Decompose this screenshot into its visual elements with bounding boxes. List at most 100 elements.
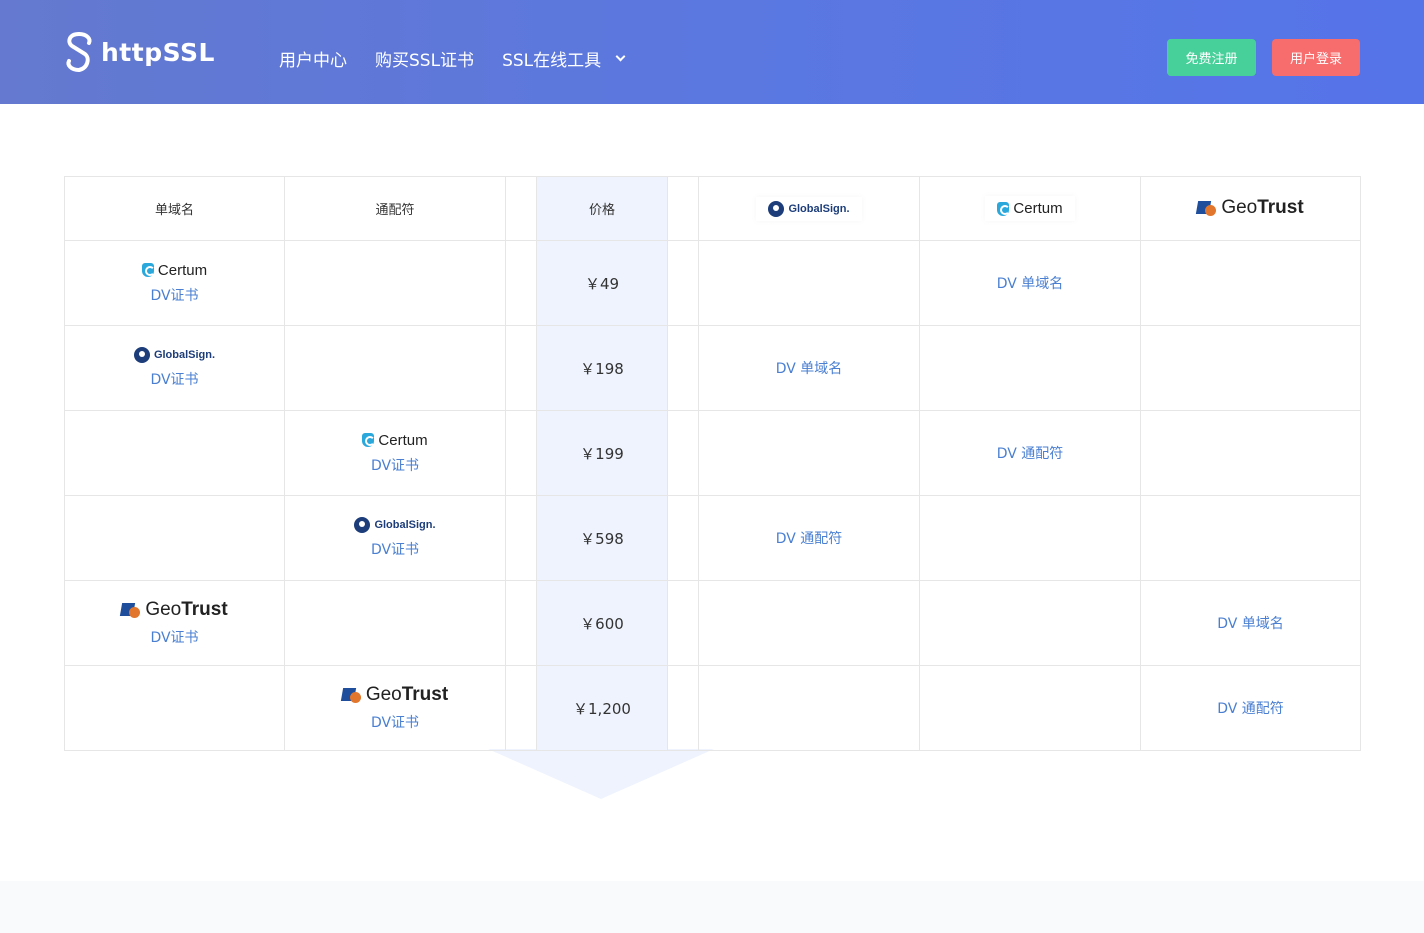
geotrust-cell: DV 单域名 xyxy=(1140,580,1361,666)
header-certum: Certum xyxy=(919,176,1141,241)
certum-cell xyxy=(919,495,1141,581)
wildcard-cell: GlobalSign. DV证书 xyxy=(284,495,506,581)
certum-logo: Certum xyxy=(141,262,207,279)
certum-cell xyxy=(919,580,1141,666)
single-domain-cell xyxy=(64,410,285,496)
certum-shield-icon xyxy=(141,263,155,277)
geotrust-product-link[interactable]: DV 单域名 xyxy=(1217,616,1284,632)
spacer-cell xyxy=(667,410,699,496)
nav-user-center[interactable]: 用户中心 xyxy=(279,46,347,71)
globalsign-product-link[interactable]: DV 通配符 xyxy=(776,531,843,547)
globalsign-logo: GlobalSign. xyxy=(354,517,436,533)
certum-cell: DV 通配符 xyxy=(919,410,1141,496)
certum-cell xyxy=(919,325,1141,411)
geotrust-logo: GeoTrust xyxy=(121,599,228,621)
globalsign-wordmark: GlobalSign. xyxy=(788,202,850,215)
globalsign-cell xyxy=(698,580,920,666)
geotrust-logo: GeoTrust xyxy=(1197,196,1304,219)
price-value: ￥199 xyxy=(580,444,624,463)
footer-section xyxy=(0,881,1424,933)
geotrust-cell xyxy=(1140,240,1361,326)
globalsign-cell xyxy=(698,240,920,326)
geotrust-icon xyxy=(1197,199,1217,217)
product-link[interactable]: DV证书 xyxy=(371,712,419,732)
table-row: GeoTrust DV证书 ￥1,200 DV 通配符 xyxy=(64,665,1361,751)
site-logo[interactable]: httpSSL xyxy=(63,32,215,72)
spacer-cell xyxy=(505,325,537,411)
header-globalsign: GlobalSign. xyxy=(698,176,920,241)
globalsign-cell: DV 通配符 xyxy=(698,495,920,581)
certum-shield-icon xyxy=(997,201,1011,216)
product-link[interactable]: DV证书 xyxy=(371,539,419,559)
nav-ssl-tools-label: SSL在线工具 xyxy=(502,51,602,71)
geotrust-product-link[interactable]: DV 通配符 xyxy=(1217,701,1284,717)
spacer-cell xyxy=(505,580,537,666)
certum-product-link[interactable]: DV 单域名 xyxy=(997,276,1064,292)
register-button[interactable]: 免费注册 xyxy=(1167,39,1256,76)
certum-logo: Certum xyxy=(362,432,428,449)
price-value: ￥598 xyxy=(580,529,624,548)
table-row: Certum DV证书 ￥199 DV 通配符 xyxy=(64,410,1361,496)
table-header-row: 单域名 通配符 价格 GlobalSign. Certum GeoTrust xyxy=(64,176,1361,241)
spacer-cell xyxy=(505,495,537,581)
spacer-cell xyxy=(667,240,699,326)
geotrust-cell xyxy=(1140,410,1361,496)
price-comparison-table: 单域名 通配符 价格 GlobalSign. Certum GeoTrust C… xyxy=(64,176,1361,799)
header-single-domain: 单域名 xyxy=(64,176,285,241)
price-cell: ￥1,200 xyxy=(536,665,668,751)
geotrust-wordmark: GeoTrust xyxy=(1221,196,1304,218)
spacer-cell xyxy=(667,580,699,666)
wildcard-cell: GeoTrust DV证书 xyxy=(284,665,506,751)
price-cell: ￥199 xyxy=(536,410,668,496)
product-link[interactable]: DV证书 xyxy=(150,627,198,647)
single-domain-cell: GeoTrust DV证书 xyxy=(64,580,285,666)
globalsign-logo: GlobalSign. xyxy=(133,347,215,363)
certum-shield-icon xyxy=(362,433,376,447)
price-value: ￥1,200 xyxy=(573,699,631,718)
spacer-cell xyxy=(667,665,699,751)
chevron-down-icon xyxy=(615,51,626,62)
geotrust-icon xyxy=(342,686,362,704)
globalsign-product-link[interactable]: DV 单域名 xyxy=(776,361,843,377)
certum-cell: DV 单域名 xyxy=(919,240,1141,326)
globalsign-icon xyxy=(354,517,371,533)
spacer-cell xyxy=(505,240,537,326)
spacer-cell xyxy=(505,665,537,751)
single-domain-cell: GlobalSign. DV证书 xyxy=(64,325,285,411)
geotrust-cell xyxy=(1140,495,1361,581)
main-nav: 用户中心 购买SSL证书 SSL在线工具 xyxy=(279,46,626,71)
geotrust-cell xyxy=(1140,325,1361,411)
product-link[interactable]: DV证书 xyxy=(150,369,198,389)
single-domain-cell: Certum DV证书 xyxy=(64,240,285,326)
header-wildcard: 通配符 xyxy=(284,176,506,241)
table-row: GlobalSign. DV证书 ￥198 DV 单域名 xyxy=(64,325,1361,411)
price-value: ￥198 xyxy=(580,359,624,378)
wildcard-cell xyxy=(284,325,506,411)
comparison-grid: 单域名 通配符 价格 GlobalSign. Certum GeoTrust C… xyxy=(64,176,1361,751)
price-value: ￥600 xyxy=(580,614,624,633)
single-domain-cell xyxy=(64,665,285,751)
spacer-cell xyxy=(505,410,537,496)
wildcard-cell: Certum DV证书 xyxy=(284,410,506,496)
price-cell: ￥600 xyxy=(536,580,668,666)
price-cell: ￥198 xyxy=(536,325,668,411)
header-spacer xyxy=(505,176,537,241)
product-link[interactable]: DV证书 xyxy=(371,455,419,475)
certum-product-link[interactable]: DV 通配符 xyxy=(997,446,1064,462)
price-value: ￥49 xyxy=(584,274,620,293)
logo-text: httpSSL xyxy=(101,37,215,67)
header-price: 价格 xyxy=(536,176,668,241)
table-row: GeoTrust DV证书 ￥600 DV 单域名 xyxy=(64,580,1361,666)
top-header: httpSSL 用户中心 购买SSL证书 SSL在线工具 免费注册 用户登录 xyxy=(0,0,1424,104)
globalsign-cell xyxy=(698,410,920,496)
price-column-arrow xyxy=(488,749,714,799)
nav-buy-ssl[interactable]: 购买SSL证书 xyxy=(375,46,474,71)
login-button[interactable]: 用户登录 xyxy=(1272,39,1360,76)
globalsign-cell: DV 单域名 xyxy=(698,325,920,411)
globalsign-cell xyxy=(698,665,920,751)
globalsign-logo: GlobalSign. xyxy=(768,200,850,217)
header-spacer xyxy=(667,176,699,241)
product-link[interactable]: DV证书 xyxy=(150,285,198,305)
spacer-cell xyxy=(667,495,699,581)
nav-ssl-tools[interactable]: SSL在线工具 xyxy=(502,46,626,71)
